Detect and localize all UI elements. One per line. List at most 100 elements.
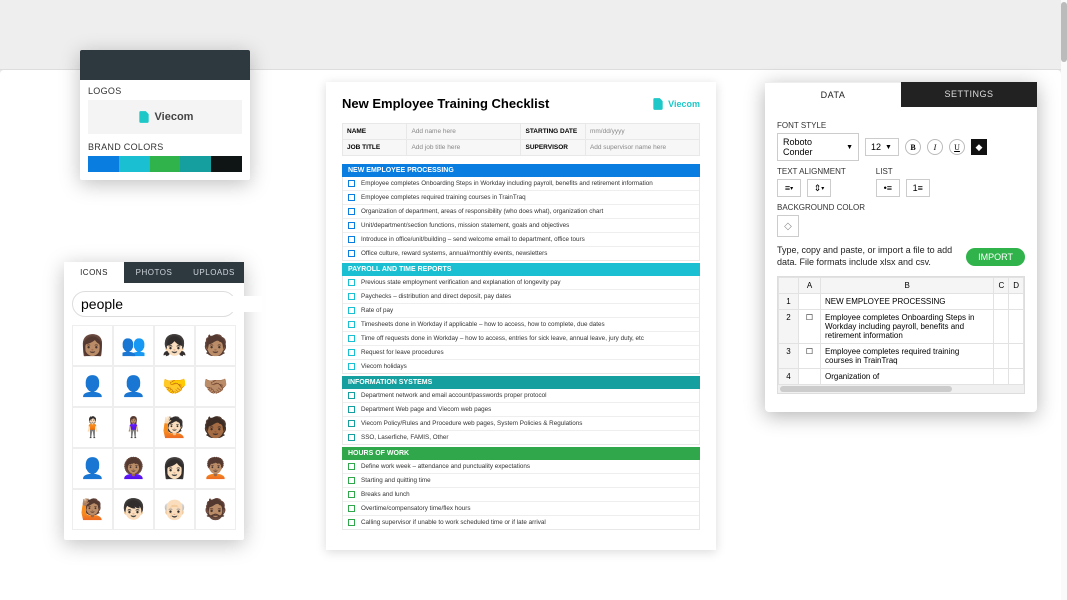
bgcolor-picker[interactable]: ◇ [777, 215, 799, 237]
checkbox-icon[interactable] [348, 434, 355, 441]
data-grid[interactable]: ABCD1NEW EMPLOYEE PROCESSING2☐Employee c… [777, 276, 1025, 394]
grid-cell[interactable]: NEW EMPLOYEE PROCESSING [821, 294, 994, 310]
checklist-row[interactable]: Timesheets done in Workday if applicable… [343, 318, 699, 332]
icon-result[interactable]: 👧🏻 [154, 325, 195, 366]
checkbox-icon[interactable] [348, 307, 355, 314]
checklist-row[interactable]: Department Web page and Viecom web pages [343, 403, 699, 417]
checkbox-icon[interactable] [348, 491, 355, 498]
icon-result[interactable]: 🧑🏽 [195, 325, 236, 366]
icon-result[interactable]: 👤 [113, 366, 154, 407]
brand-swatch[interactable] [150, 156, 181, 172]
checklist-row[interactable]: Unit/department/section functions, missi… [343, 219, 699, 233]
document-preview[interactable]: New Employee Training Checklist Viecom N… [326, 82, 716, 550]
checklist-row[interactable]: Employee completes required training cou… [343, 191, 699, 205]
checklist-row[interactable]: Viecom Policy/Rules and Procedure web pa… [343, 417, 699, 431]
numbered-list-button[interactable]: 1≡ [906, 179, 930, 197]
icon-result[interactable]: 🤝🏽 [195, 366, 236, 407]
checklist-row[interactable]: Request for leave procedures [343, 346, 699, 360]
icon-result[interactable]: 🧍🏻 [72, 407, 113, 448]
section-heading[interactable]: INFORMATION SYSTEMS [342, 376, 700, 389]
checklist-row[interactable]: Department network and email account/pas… [343, 389, 699, 403]
checkbox-icon[interactable] [348, 519, 355, 526]
brand-swatch[interactable] [119, 156, 150, 172]
grid-cell[interactable] [799, 294, 821, 310]
checklist-row[interactable]: Viecom holidays [343, 360, 699, 373]
checkbox-icon[interactable] [348, 505, 355, 512]
grid-cell[interactable] [1009, 294, 1024, 310]
icon-result[interactable]: 🧔🏽 [195, 489, 236, 530]
checklist-row[interactable]: Calling supervisor if unable to work sch… [343, 516, 699, 529]
text-color-picker[interactable]: ◆ [971, 139, 987, 155]
assets-tab-icons[interactable]: ICONS [64, 262, 124, 283]
grid-cell[interactable]: ☐ [799, 344, 821, 369]
icon-result[interactable]: 🧑🏾 [195, 407, 236, 448]
horizontal-scrollbar[interactable] [778, 385, 1024, 393]
checklist-row[interactable]: Office culture, reward systems, annual/m… [343, 247, 699, 260]
section-heading[interactable]: NEW EMPLOYEE PROCESSING [342, 164, 700, 177]
icon-search[interactable] [72, 291, 236, 317]
bullet-list-button[interactable]: •≡ [876, 179, 900, 197]
grid-cell[interactable]: Employee completes required training cou… [821, 344, 994, 369]
checkbox-icon[interactable] [348, 349, 355, 356]
align-vertical-button[interactable]: ⇕▾ [807, 179, 831, 197]
icon-result[interactable]: 👩🏽‍🦱 [113, 448, 154, 489]
checkbox-icon[interactable] [348, 293, 355, 300]
checklist-row[interactable]: Organization of department, areas of res… [343, 205, 699, 219]
tab-data[interactable]: DATA [765, 82, 901, 107]
checklist-row[interactable]: Define work week – attendance and punctu… [343, 460, 699, 474]
grid-col-header[interactable]: D [1009, 278, 1024, 294]
logo-preview[interactable]: Viecom [88, 100, 242, 134]
grid-col-header[interactable]: B [821, 278, 994, 294]
checklist-row[interactable]: Rate of pay [343, 304, 699, 318]
icon-result[interactable]: 👩🏽 [72, 325, 113, 366]
section-heading[interactable]: HOURS OF WORK [342, 447, 700, 460]
icon-result[interactable]: 🧍🏽‍♀️ [113, 407, 154, 448]
checkbox-icon[interactable] [348, 180, 355, 187]
import-button[interactable]: IMPORT [966, 248, 1025, 266]
grid-row-header[interactable]: 1 [779, 294, 799, 310]
checkbox-icon[interactable] [348, 236, 355, 243]
font-family-select[interactable]: Roboto Conder▼ [777, 133, 859, 161]
grid-cell[interactable] [994, 344, 1009, 369]
grid-cell[interactable] [1009, 344, 1024, 369]
grid-cell[interactable] [799, 369, 821, 385]
checkbox-icon[interactable] [348, 477, 355, 484]
grid-row-header[interactable]: 3 [779, 344, 799, 369]
font-size-select[interactable]: 12▼ [865, 138, 899, 156]
checkbox-icon[interactable] [348, 392, 355, 399]
icon-result[interactable]: 🤝 [154, 366, 195, 407]
checkbox-icon[interactable] [348, 279, 355, 286]
grid-cell[interactable] [1009, 369, 1024, 385]
grid-col-header[interactable]: A [799, 278, 821, 294]
brand-swatch[interactable] [180, 156, 211, 172]
grid-cell[interactable] [994, 369, 1009, 385]
grid-cell[interactable]: Organization of [821, 369, 994, 385]
icon-result[interactable]: 👦🏻 [113, 489, 154, 530]
checkbox-icon[interactable] [348, 321, 355, 328]
icon-result[interactable]: 👤 [72, 448, 113, 489]
checkbox-icon[interactable] [348, 335, 355, 342]
align-horizontal-button[interactable]: ≡▾ [777, 179, 801, 197]
grid-cell[interactable]: ☐ [799, 310, 821, 344]
assets-tab-uploads[interactable]: UPLOADS [184, 262, 244, 283]
brand-swatch[interactable] [88, 156, 119, 172]
grid-cell[interactable] [1009, 310, 1024, 344]
grid-cell[interactable]: Employee completes Onboarding Steps in W… [821, 310, 994, 344]
checklist-row[interactable]: Employee completes Onboarding Steps in W… [343, 177, 699, 191]
icon-result[interactable]: 🙋🏻 [154, 407, 195, 448]
checkbox-icon[interactable] [348, 420, 355, 427]
checkbox-icon[interactable] [348, 250, 355, 257]
search-input[interactable] [81, 296, 262, 312]
icon-result[interactable]: 🧑🏽‍🦱 [195, 448, 236, 489]
checkbox-icon[interactable] [348, 222, 355, 229]
checkbox-icon[interactable] [348, 363, 355, 370]
checklist-row[interactable]: Breaks and lunch [343, 488, 699, 502]
section-heading[interactable]: PAYROLL AND TIME REPORTS [342, 263, 700, 276]
grid-cell[interactable] [994, 310, 1009, 344]
checkbox-icon[interactable] [348, 208, 355, 215]
document-meta-table[interactable]: NAME Add name here STARTING DATE mm/dd/y… [342, 123, 700, 156]
bold-button[interactable]: B [905, 139, 921, 155]
vertical-scrollbar[interactable] [1061, 0, 1067, 600]
brand-swatch[interactable] [211, 156, 242, 172]
checklist-row[interactable]: Time off requests done in Workday – how … [343, 332, 699, 346]
